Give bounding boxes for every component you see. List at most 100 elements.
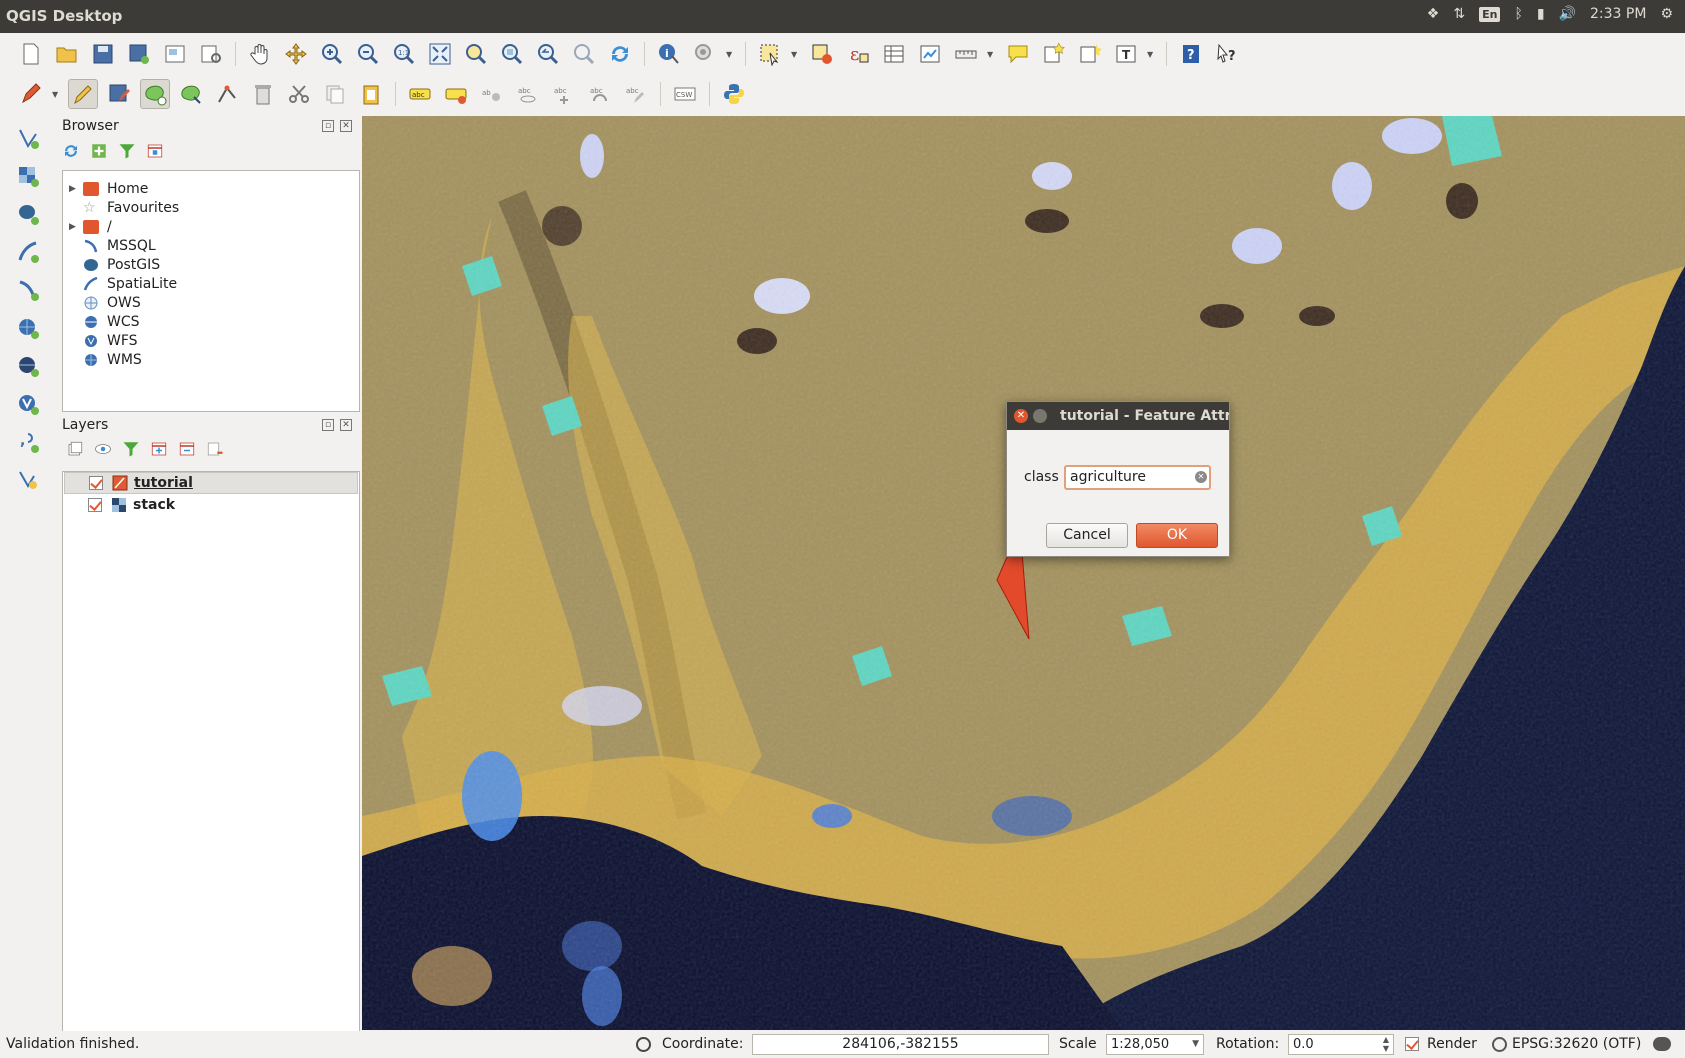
current-edits-icon[interactable] [16,79,46,109]
add-delimited-text-layer-icon[interactable]: , [10,426,46,458]
deselect-all-icon[interactable] [807,39,837,69]
save-as-icon[interactable] [124,39,154,69]
layers-tree[interactable]: tutorial stack [62,471,360,1038]
float-panel-icon[interactable]: ▫ [322,419,334,431]
statistics-icon[interactable] [915,39,945,69]
bluetooth-icon[interactable]: ᛒ [1514,6,1522,22]
zoom-to-selection-icon[interactable] [461,39,491,69]
close-icon[interactable]: ✕ [1014,409,1028,423]
list-item[interactable]: MSSQL [63,236,156,255]
keyboard-language-indicator[interactable]: En [1479,6,1501,22]
rotation-spinbox[interactable]: 0.0 ▲ ▼ [1288,1034,1394,1055]
add-group-icon[interactable] [66,440,84,458]
list-item[interactable]: OWS [63,293,141,312]
clock[interactable]: 2:33 PM [1590,6,1646,22]
list-item[interactable]: WMS [63,350,142,369]
map-canvas[interactable] [362,116,1685,1030]
zoom-in-icon[interactable] [317,39,347,69]
raster-map-image[interactable] [362,116,1685,1030]
select-by-expression-icon[interactable]: ε [843,39,873,69]
chevron-down-icon[interactable]: ▼ [1192,1035,1199,1054]
system-gear-icon[interactable]: ⚙ [1660,6,1673,22]
ok-button[interactable]: OK [1136,523,1218,548]
crs-status[interactable]: EPSG:32620 (OTF) [1512,1036,1641,1052]
list-item[interactable]: ☆ Favourites [63,198,179,217]
browser-tree[interactable]: ▶ Home ☆ Favourites ▶ / MSSQL PostGIS Spati… [62,170,360,412]
zoom-next-icon[interactable] [569,39,599,69]
cut-features-icon[interactable] [284,79,314,109]
list-item[interactable]: WCS [63,312,140,331]
spin-arrows-icon[interactable]: ▲ ▼ [1383,1035,1389,1053]
add-wcs-layer-icon[interactable] [10,350,46,382]
attribute-table-icon[interactable] [879,39,909,69]
node-tool-icon[interactable] [212,79,242,109]
render-checkbox[interactable] [1405,1037,1419,1051]
whats-this-icon[interactable]: ? [1212,39,1242,69]
save-layer-edits-icon[interactable] [104,79,134,109]
list-item[interactable]: ▶ Home [63,179,148,198]
add-wms-layer-icon[interactable] [10,312,46,344]
add-layers-icon[interactable] [90,142,108,160]
text-annotation-icon[interactable]: T [1111,39,1141,69]
close-panel-icon[interactable]: ✕ [340,419,352,431]
zoom-full-icon[interactable] [425,39,455,69]
copy-features-icon[interactable] [320,79,350,109]
add-spatialite-layer-icon[interactable] [10,236,46,268]
csw-icon[interactable]: CSW [670,79,700,109]
show-hide-labels-icon[interactable]: abc [513,79,543,109]
add-feature-icon[interactable] [140,79,170,109]
change-label-icon[interactable]: abc [621,79,651,109]
collapse-all-icon[interactable] [146,142,164,160]
map-tips-icon[interactable] [1003,39,1033,69]
pin-labels-icon[interactable]: ab [477,79,507,109]
new-shapefile-layer-icon[interactable] [10,464,46,496]
show-bookmarks-icon[interactable] [1075,39,1105,69]
collapse-all-icon[interactable] [178,440,196,458]
move-label-icon[interactable]: abc [549,79,579,109]
messages-icon[interactable] [1653,1037,1671,1051]
layer-item-stack[interactable]: stack [64,494,358,516]
float-panel-icon[interactable]: ▫ [322,120,334,132]
minimize-icon[interactable] [1033,409,1047,423]
cancel-button[interactable]: Cancel [1046,523,1128,548]
expand-arrow-icon[interactable]: ▶ [69,222,83,232]
clear-field-icon[interactable]: ✕ [1195,471,1207,483]
layer-visibility-checkbox[interactable] [88,498,102,512]
list-item[interactable]: ▶ / [63,217,112,236]
close-panel-icon[interactable]: ✕ [340,120,352,132]
add-mssql-layer-icon[interactable] [10,274,46,306]
zoom-out-icon[interactable] [353,39,383,69]
layer-labeling-icon[interactable]: abc [405,79,435,109]
toggle-editing-icon[interactable] [68,79,98,109]
identify-features-icon[interactable]: i [654,39,684,69]
zoom-native-resolution-icon[interactable]: 1:1 [389,39,419,69]
coordinate-field[interactable]: 284106,-382155 [752,1034,1049,1055]
filter-icon[interactable] [118,142,136,160]
move-feature-icon[interactable] [176,79,206,109]
dropdown-arrow-icon[interactable]: ▼ [1147,50,1157,59]
new-print-composer-icon[interactable] [160,39,190,69]
delete-selected-icon[interactable] [248,79,278,109]
volume-icon[interactable]: 🔊 [1559,6,1576,22]
battery-icon[interactable]: ▮ [1537,6,1545,22]
scale-select[interactable]: 1:28,050 ▼ [1106,1034,1204,1055]
class-input[interactable]: agriculture [1064,465,1211,490]
dropdown-arrow-icon[interactable]: ▼ [791,50,801,59]
refresh-icon[interactable] [62,142,80,160]
select-features-icon[interactable] [755,39,785,69]
expand-arrow-icon[interactable]: ▶ [69,184,83,194]
save-project-icon[interactable] [88,39,118,69]
layer-item-tutorial[interactable]: tutorial [64,472,358,494]
dropbox-icon[interactable]: ❖ [1427,6,1440,22]
add-wfs-layer-icon[interactable] [10,388,46,420]
network-icon[interactable]: ⇅ [1453,6,1465,22]
list-item[interactable]: WFS [63,331,138,350]
open-project-icon[interactable] [52,39,82,69]
add-raster-layer-icon[interactable] [10,160,46,192]
zoom-last-icon[interactable] [533,39,563,69]
measure-line-icon[interactable] [951,39,981,69]
list-item[interactable]: SpatiaLite [63,274,177,293]
dropdown-arrow-icon[interactable]: ▼ [52,90,62,99]
feature-attributes-dialog[interactable]: tutorial - Feature Attributes ✕ class ag… [1006,401,1230,557]
refresh-icon[interactable] [605,39,635,69]
